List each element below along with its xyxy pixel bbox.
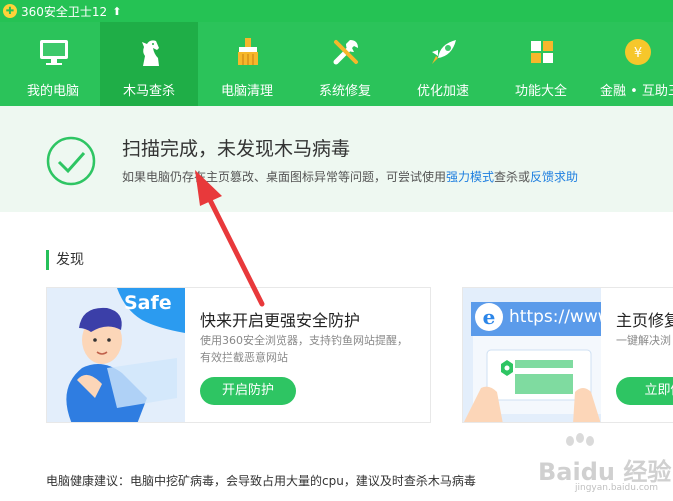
nav-all-features[interactable]: 功能大全 [492,22,590,106]
svg-text:¥: ¥ [634,46,642,61]
app-title: 360安全卫士12 [21,4,108,19]
broom-icon [238,38,258,65]
ie-browser-icon: e [475,303,503,331]
wrench-icon [333,40,358,65]
scan-result-title: 扫描完成，未发现木马病毒 [122,138,351,160]
yuan-coin-icon: ¥ [625,39,651,65]
rocket-icon [432,40,456,64]
nav-label: 我的电脑 [26,84,79,99]
nav-label: 系统修复 [318,84,371,99]
nav-label: 功能大全 [514,84,567,99]
desc-text: 查杀或 [494,170,531,184]
grid-icon [531,41,553,63]
enable-protection-button[interactable]: 开启防护 [200,377,296,405]
title-bar: ✚ 360安全卫士12 ⬆ [0,0,673,22]
health-advice: 电脑健康建议：电脑中挖矿病毒，会导致占用大量的cpu，建议及时查杀木马病毒 [46,474,476,488]
horse-icon [142,40,159,66]
feedback-link[interactable]: 反馈求助 [530,170,578,184]
strong-mode-link[interactable]: 强力模式 [446,170,494,184]
desc-text: 如果电脑仍存在主页篡改、桌面图标异常等问题，可尝试使用 [122,170,447,184]
upgrade-arrow-icon[interactable]: ⬆ [112,5,121,18]
watermark-url: jingyan.baidu.com [575,483,659,493]
monitor-icon [40,40,68,65]
section-title: 发现 [46,250,84,270]
card-desc: 一键解决浏 [616,334,671,347]
nav-optimize[interactable]: 优化加速 [394,22,492,106]
browser-protection-card[interactable]: Safe 快来开启更强安全防护 使用360安全浏览器，支持钓鱼网站提醒，有效拦截… [46,287,431,423]
nav-trojan-scan[interactable]: 木马查杀 [100,22,198,106]
nav-label: 金融 • 互助三 [600,84,673,99]
card-title: 快来开启更强安全防护 [200,311,361,330]
repair-now-button[interactable]: 立即修 [616,377,673,405]
app-logo-icon: ✚ [3,4,17,18]
safe-illustration: Safe [47,288,185,422]
nav-system-repair[interactable]: 系统修复 [296,22,394,106]
watermark-brand: Baidu 经验 [538,458,672,486]
safe-badge: Safe [124,292,172,314]
nav-label: 电脑清理 [220,84,273,99]
card-desc: 使用360安全浏览器，支持钓鱼网站提醒，有效拦截恶意网站 [200,334,408,364]
nav-cleanup[interactable]: 电脑清理 [198,22,296,106]
url-text: https://www [509,307,601,327]
homepage-repair-card[interactable]: e https://www 主页修复 一键解决浏 立即修 [462,287,673,423]
scan-result-desc: 如果电脑仍存在主页篡改、桌面图标异常等问题，可尝试使用强力模式查杀或反馈求助 [122,168,578,185]
check-circle-icon [46,136,96,186]
browser-illustration: e https://www [463,288,601,422]
nav-label: 优化加速 [416,84,469,99]
card-title: 主页修复 [616,311,673,330]
nav-my-computer[interactable]: 我的电脑 [4,22,102,106]
nav-finance[interactable]: ¥ 金融 • 互助三 [590,22,673,106]
main-nav: 我的电脑 木马查杀 电脑清理 系统修复 优化加速 功能大全 ¥ 金融 • 互助三 [0,22,673,106]
scan-result-panel: 扫描完成，未发现木马病毒 如果电脑仍存在主页篡改、桌面图标异常等问题，可尝试使用… [0,106,673,212]
nav-label: 木马查杀 [122,84,175,99]
